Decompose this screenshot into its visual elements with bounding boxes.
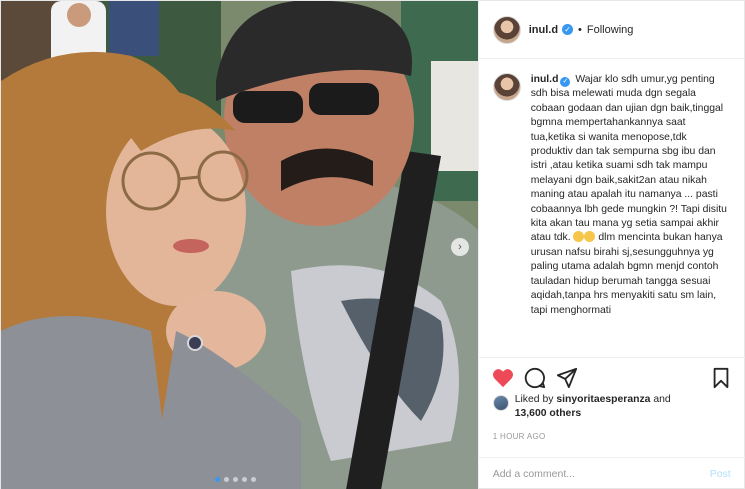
action-bar (478, 357, 745, 397)
post-sidebar: inul.d ✓ • Following inul.d ✓ Wajar klo s… (477, 1, 745, 489)
likes-summary: Liked by sinyoritaesperanza and 13,600 o… (492, 393, 725, 421)
instagram-post: › inul.d ✓ • Following inul.d ✓ Wajar klo… (0, 0, 745, 489)
caption-area: inul.d ✓ Wajar klo sdh umur,yg penting sd… (492, 73, 741, 353)
post-header: inul.d ✓ • Following (478, 1, 744, 59)
post-comment-button[interactable]: Post (710, 468, 731, 480)
post-photo[interactable]: › (1, 1, 478, 489)
likes-others-link[interactable]: 13,600 others (515, 408, 581, 419)
save-button[interactable] (709, 366, 733, 390)
carousel-dot (224, 477, 229, 482)
likes-conjunction: and (653, 394, 671, 405)
comment-form: Post (478, 457, 745, 489)
comment-button[interactable] (523, 366, 547, 390)
bookmark-icon (713, 367, 729, 388)
verified-badge-icon: ✓ (562, 24, 574, 35)
caption-body-2: dlm mencinta bukan hanya urusan nafsu bi… (530, 232, 723, 316)
like-button[interactable] (491, 366, 515, 390)
chevron-right-icon: › (458, 240, 462, 253)
avatar[interactable] (492, 15, 521, 44)
photo-scene (1, 1, 478, 489)
caption-text: inul.d ✓ Wajar klo sdh umur,yg penting sd… (531, 73, 731, 353)
caption-username[interactable]: inul.d (531, 74, 559, 85)
verified-badge-icon: ✓ (560, 77, 571, 88)
carousel-indicator (215, 477, 256, 482)
next-photo-button[interactable]: › (451, 238, 469, 256)
caption-body-1: Wajar klo sdh umur,yg penting sdh bisa m… (530, 74, 727, 244)
comment-icon (524, 367, 545, 388)
comment-input[interactable] (492, 468, 710, 480)
follow-status-button[interactable]: Following (587, 24, 633, 36)
share-icon (556, 367, 577, 388)
emoji-icon (584, 231, 596, 243)
header-username[interactable]: inul.d (529, 24, 558, 36)
liker-avatar[interactable] (492, 395, 509, 411)
carousel-dot (233, 477, 238, 482)
carousel-dot (242, 477, 247, 482)
separator-dot: • (578, 23, 582, 36)
carousel-dot (251, 477, 256, 482)
caption-avatar[interactable] (492, 73, 521, 101)
emoji-icon (573, 231, 585, 243)
share-button[interactable] (555, 366, 579, 390)
heart-icon (492, 368, 513, 387)
likes-text: Liked by sinyoritaesperanza and 13,600 o… (515, 393, 725, 421)
carousel-dot (215, 477, 220, 482)
liker-username[interactable]: sinyoritaesperanza (556, 394, 650, 405)
likes-prefix: Liked by (514, 394, 554, 405)
post-timestamp[interactable]: 1 HOUR AGO (493, 432, 546, 441)
